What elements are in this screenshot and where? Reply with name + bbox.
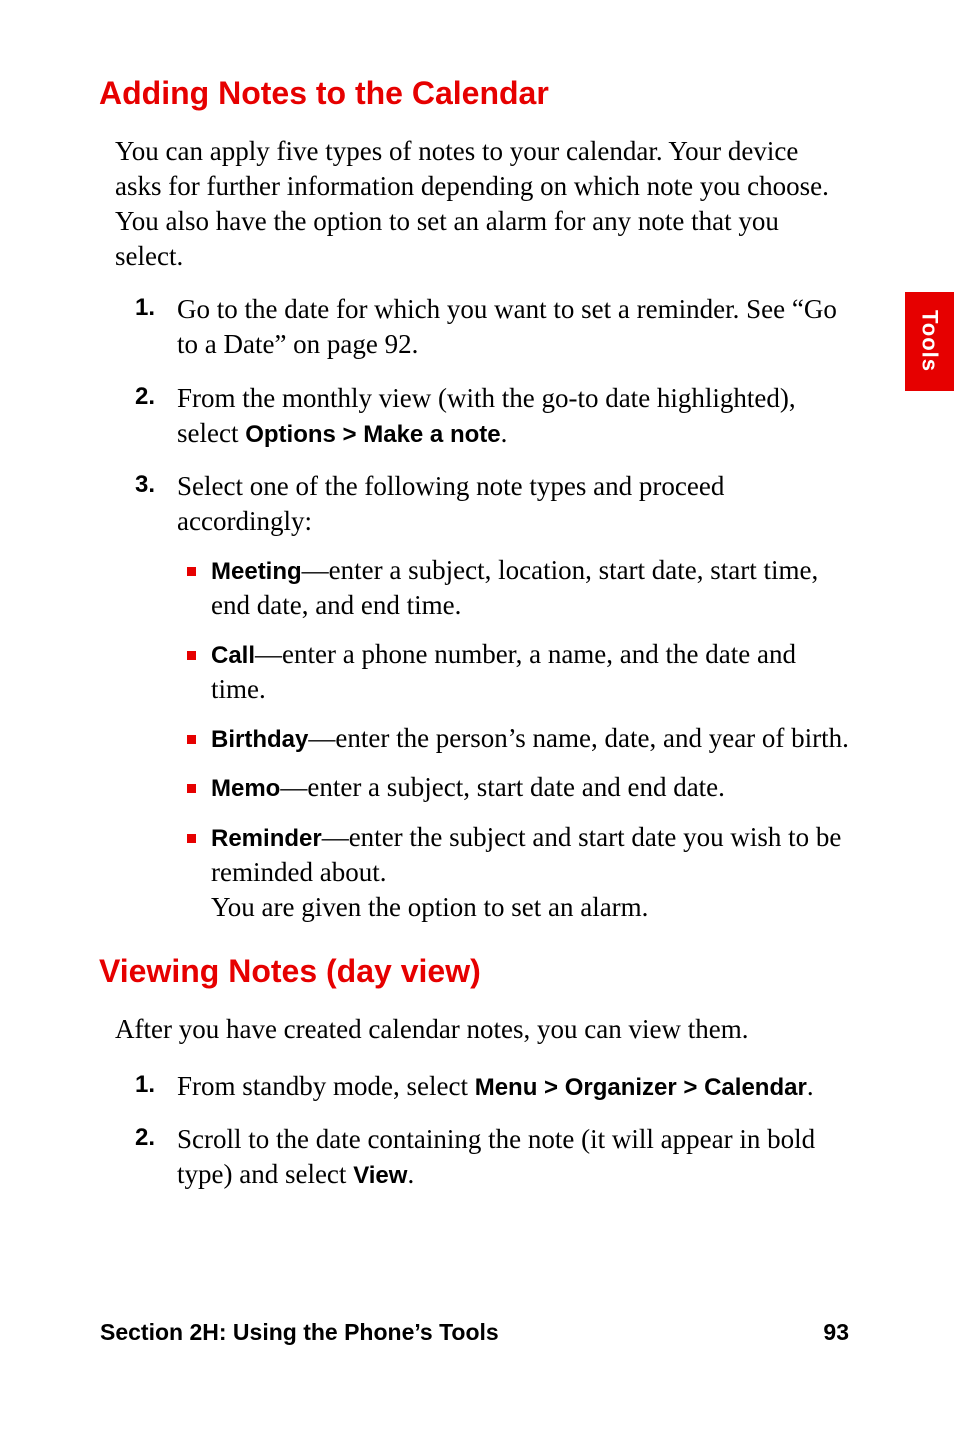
step-item: 2. From the monthly view (with the go-to… [115,381,849,451]
step-bold: View [353,1162,407,1189]
bullet-bold: Birthday [211,726,308,753]
step-item: 1. Go to the date for which you want to … [115,292,849,362]
bullet-icon [187,834,196,843]
step-number: 2. [135,381,155,412]
step-text: From the monthly view (with the go-to da… [177,383,796,448]
bullet-icon [187,567,196,576]
intro-text: You can apply five types of notes to you… [115,134,849,274]
bullet-item: Call—enter a phone number, a name, and t… [177,637,849,707]
bullet-icon [187,651,196,660]
steps-list-2: 1. From standby mode, select Menu > Orga… [115,1069,849,1192]
section-viewing-notes: Viewing Notes (day view) After you have … [105,953,849,1192]
bullet-item: Reminder—enter the subject and start dat… [177,820,849,925]
step-item: 2. Scroll to the date containing the not… [115,1122,849,1192]
step-bold: Menu > Organizer > Calendar [475,1074,807,1101]
step-text: Scroll to the date containing the note (… [177,1124,815,1189]
bullet-text: —enter the person’s name, date, and year… [308,723,849,753]
step-suffix: . [407,1159,414,1189]
step-prefix: From standby mode, select [177,1071,475,1101]
bullet-text: —enter a subject, start date and end dat… [280,772,725,802]
step-text: Select one of the following note types a… [177,471,724,536]
step-suffix: . [807,1071,814,1101]
heading-viewing-notes: Viewing Notes (day view) [99,953,849,990]
page-body: Adding Notes to the Calendar You can app… [0,0,954,1192]
step-bold: Options > Make a note [245,421,500,448]
bullet-bold: Memo [211,775,280,802]
bullet-item: Memo—enter a subject, start date and end… [177,770,849,805]
heading-adding-notes: Adding Notes to the Calendar [99,75,849,112]
step-number: 3. [135,469,155,500]
bullet-item: Meeting—enter a subject, location, start… [177,553,849,623]
side-tab: Tools [905,292,954,391]
step-number: 2. [135,1122,155,1153]
step-number: 1. [135,292,155,323]
bullet-bold: Call [211,642,255,669]
footer-section: Section 2H: Using the Phone’s Tools [100,1319,499,1346]
step-suffix: . [501,418,508,448]
footer-page-number: 93 [823,1319,849,1346]
bullet-text: —enter a phone number, a name, and the d… [211,639,796,704]
bullet-item: Birthday—enter the person’s name, date, … [177,721,849,756]
side-tab-label: Tools [917,310,943,372]
bullet-bold: Meeting [211,558,302,585]
bullet-extra: You are given the option to set an alarm… [211,892,648,922]
step-prefix: Scroll to the date containing the note (… [177,1124,815,1189]
page-footer: Section 2H: Using the Phone’s Tools 93 [100,1319,849,1346]
bullet-text: —enter a subject, location, start date, … [211,555,818,620]
step-number: 1. [135,1069,155,1100]
step-item: 1. From standby mode, select Menu > Orga… [115,1069,849,1104]
step-text: Go to the date for which you want to set… [177,294,837,359]
bullet-icon [187,784,196,793]
step-item: 3. Select one of the following note type… [115,469,849,925]
intro-text-2: After you have created calendar notes, y… [115,1012,849,1047]
steps-list-1: 1. Go to the date for which you want to … [115,292,849,924]
step-text: From standby mode, select Menu > Organiz… [177,1071,814,1101]
bullet-bold: Reminder [211,825,322,852]
bullet-list: Meeting—enter a subject, location, start… [177,553,849,925]
bullet-icon [187,735,196,744]
